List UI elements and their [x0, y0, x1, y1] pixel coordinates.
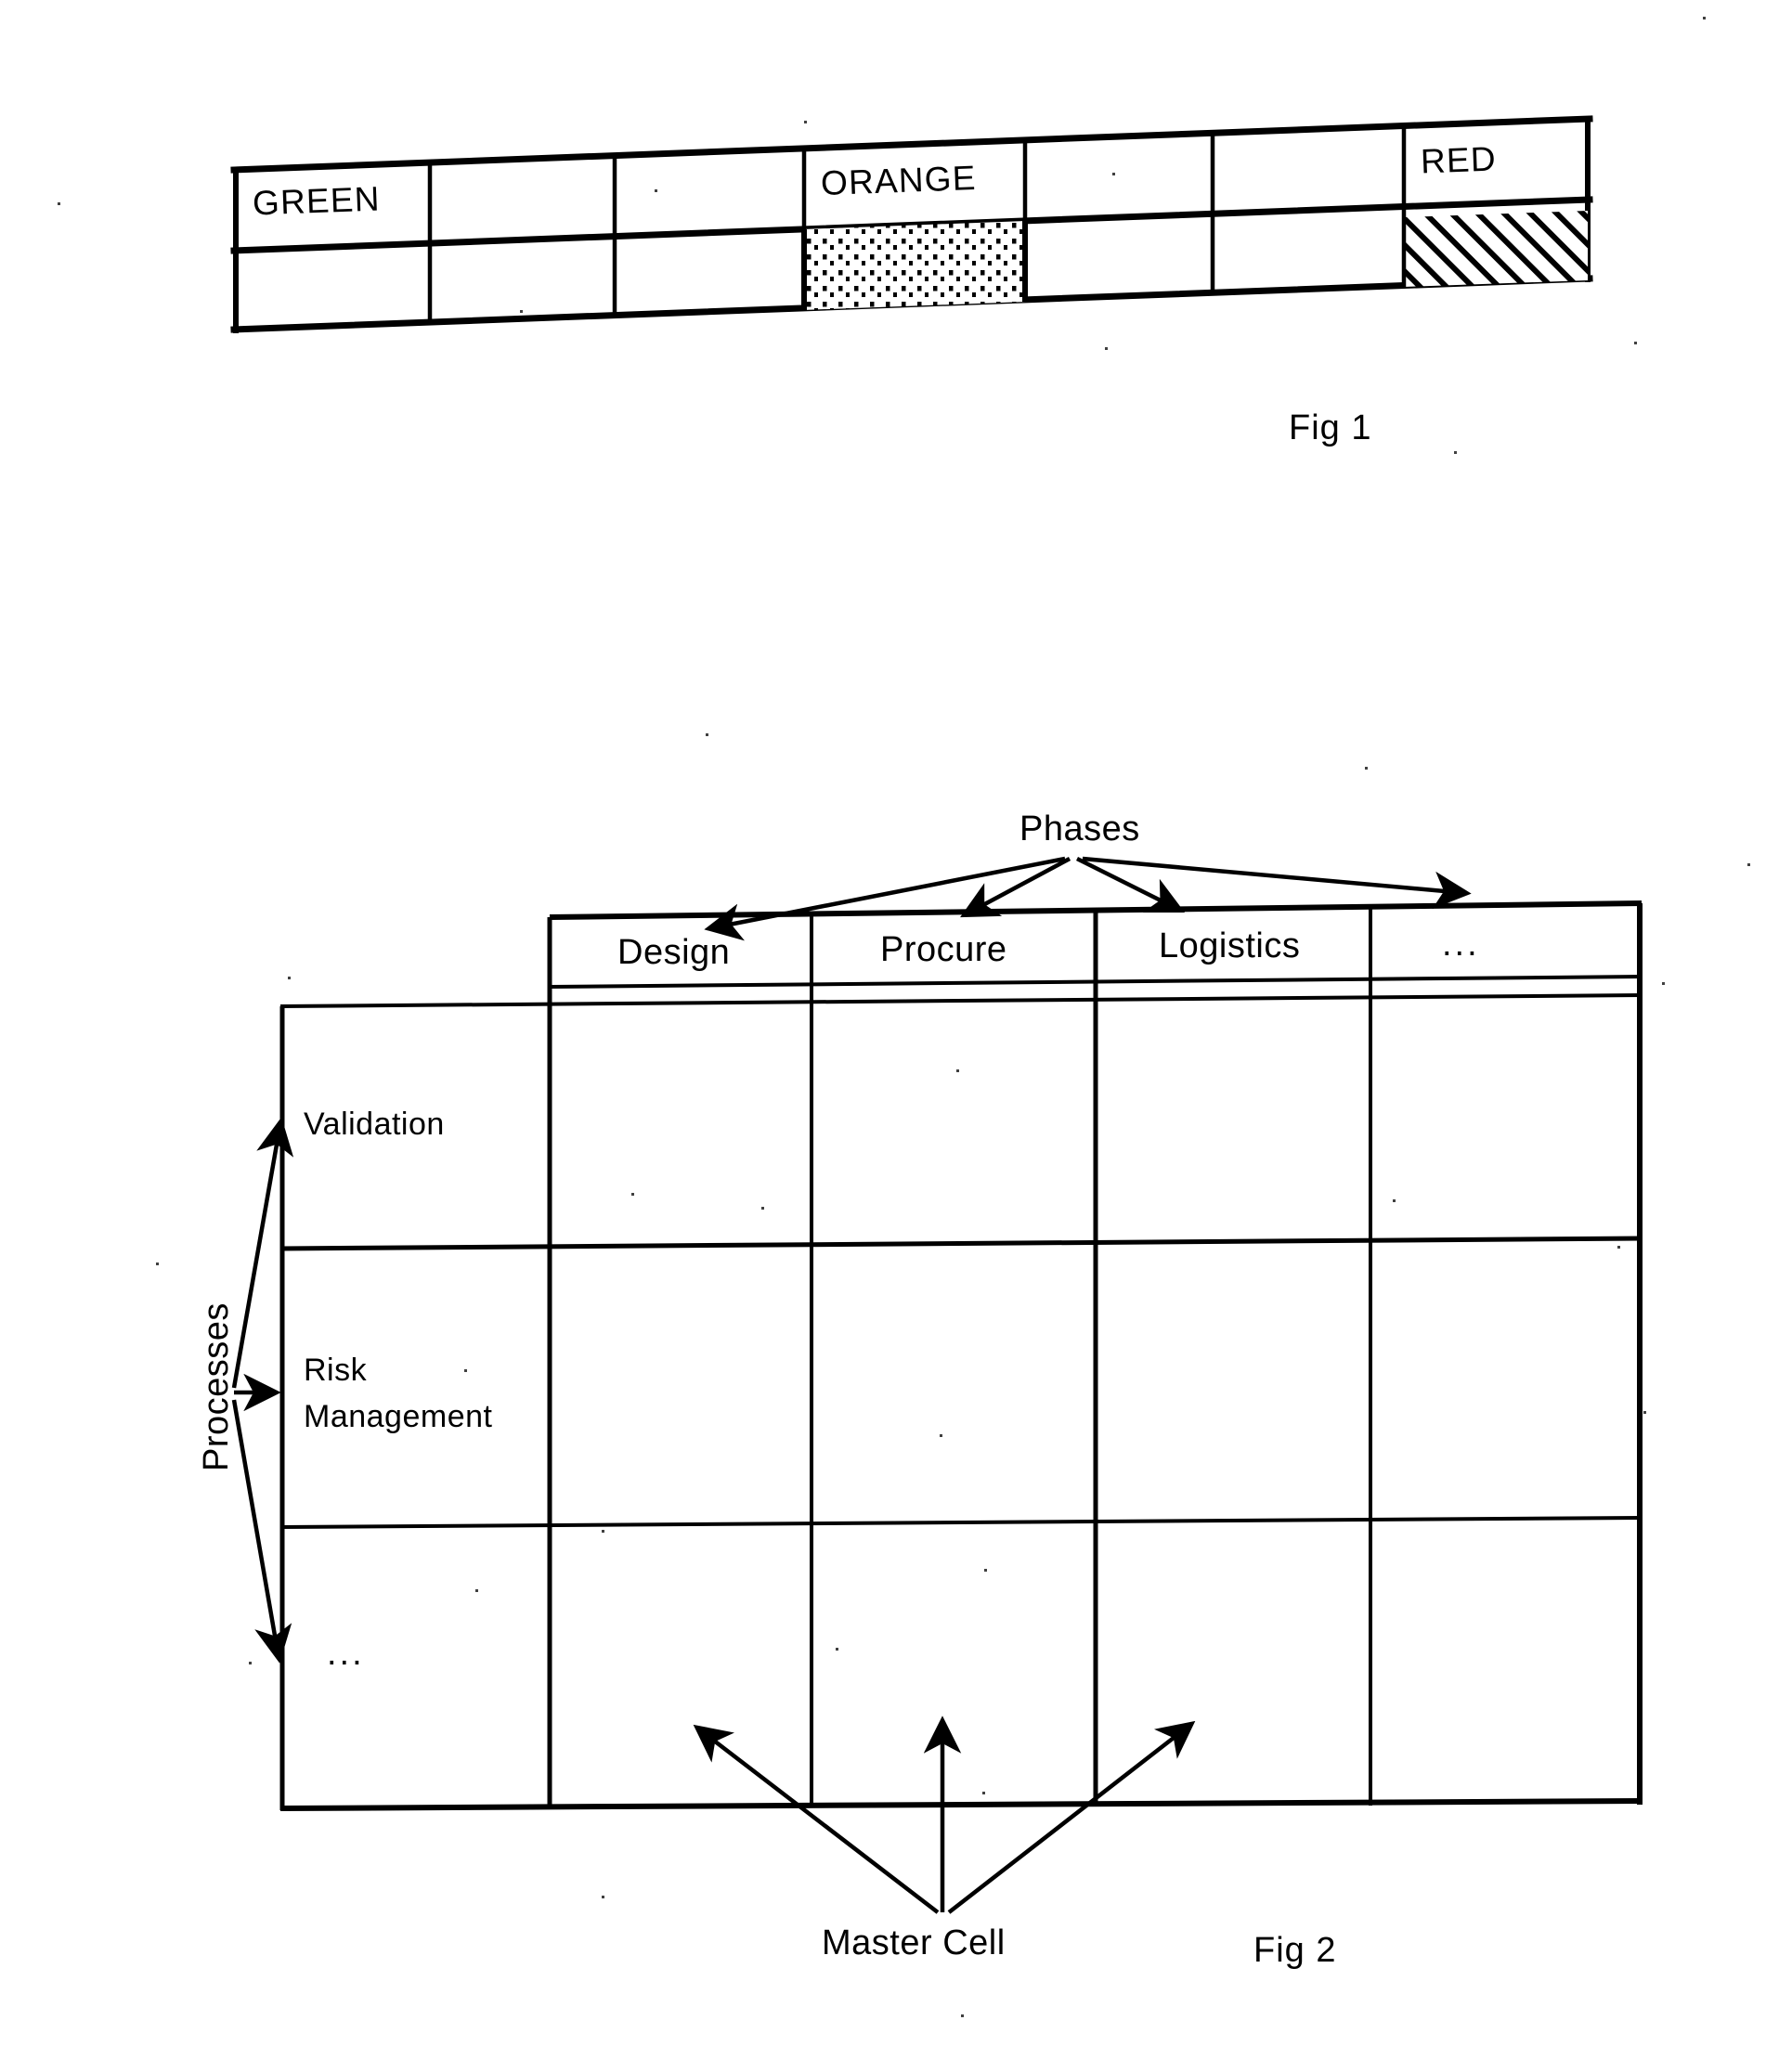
fig2-row-header-validation: Validation: [304, 1107, 445, 1142]
scan-speck: [1112, 173, 1115, 175]
scan-speck: [761, 1207, 764, 1210]
scan-speck: [940, 1434, 942, 1437]
scan-speck: [602, 1896, 604, 1898]
scan-speck: [1105, 347, 1108, 350]
figure-vector-layer: [230, 115, 1643, 1914]
scan-speck: [836, 1648, 838, 1651]
scan-speck: [956, 1069, 959, 1072]
fig2-column-header-procure: Procure: [880, 930, 1007, 969]
scan-speck: [961, 2014, 964, 2017]
fig2-processes-arrows: [231, 1117, 294, 1664]
scan-speck: [520, 310, 523, 313]
fig1-cell-red-label: RED: [1420, 139, 1498, 181]
scan-speck: [475, 1589, 478, 1592]
scan-speck: [1703, 17, 1706, 19]
scan-speck: [249, 1662, 252, 1664]
scan-speck: [984, 1569, 987, 1572]
fig2-master-cell-label: Master Cell: [822, 1923, 1006, 1962]
fig2-processes-axis-label: Processes: [197, 1302, 236, 1471]
scan-speck: [631, 1193, 634, 1196]
fig1-cell-green-label: GREEN: [252, 179, 382, 223]
fig2-caption: Fig 2: [1253, 1931, 1337, 1970]
scan-speck: [464, 1369, 467, 1372]
scan-speck: [288, 977, 291, 979]
fig1-cell-red-fill: [1404, 211, 1588, 287]
scan-speck: [58, 202, 60, 205]
scan-speck: [655, 189, 657, 192]
scan-speck: [1747, 863, 1750, 866]
scan-speck: [982, 1792, 985, 1794]
scan-speck: [1454, 451, 1457, 454]
scan-speck: [1634, 342, 1637, 344]
fig2-column-header-more: ...: [1442, 925, 1480, 964]
scan-speck: [1393, 1199, 1396, 1202]
fig2-row-header-management: Management: [304, 1399, 493, 1434]
scan-speck: [156, 1263, 159, 1265]
fig2-phases-arrows: [704, 856, 1472, 941]
fig2-phases-axis-label: Phases: [1019, 809, 1140, 848]
scan-speck: [1662, 982, 1665, 985]
scan-speck: [1365, 767, 1368, 770]
fig2-matrix: [231, 856, 1643, 1914]
fig2-column-header-design: Design: [617, 933, 731, 972]
fig1-cell-orange-fill: [802, 221, 1026, 310]
scan-speck: [1617, 1246, 1620, 1249]
fig1-table: [230, 115, 1593, 333]
fig2-master-cell-arrows: [693, 1716, 1196, 1914]
fig1-cell-orange-label: ORANGE: [820, 158, 978, 203]
scan-speck: [602, 1530, 604, 1533]
scan-speck: [1643, 1411, 1646, 1414]
fig2-row-header-more: ...: [327, 1634, 365, 1673]
scan-speck: [804, 121, 807, 123]
fig2-row-header-risk: Risk: [304, 1353, 368, 1388]
fig1-caption: Fig 1: [1289, 408, 1372, 447]
scan-speck: [706, 733, 708, 736]
drawing-sheet: GREEN ORANGE RED Fig 1 Phases Processes …: [0, 0, 1792, 2059]
fig2-column-header-logistics: Logistics: [1159, 926, 1301, 965]
